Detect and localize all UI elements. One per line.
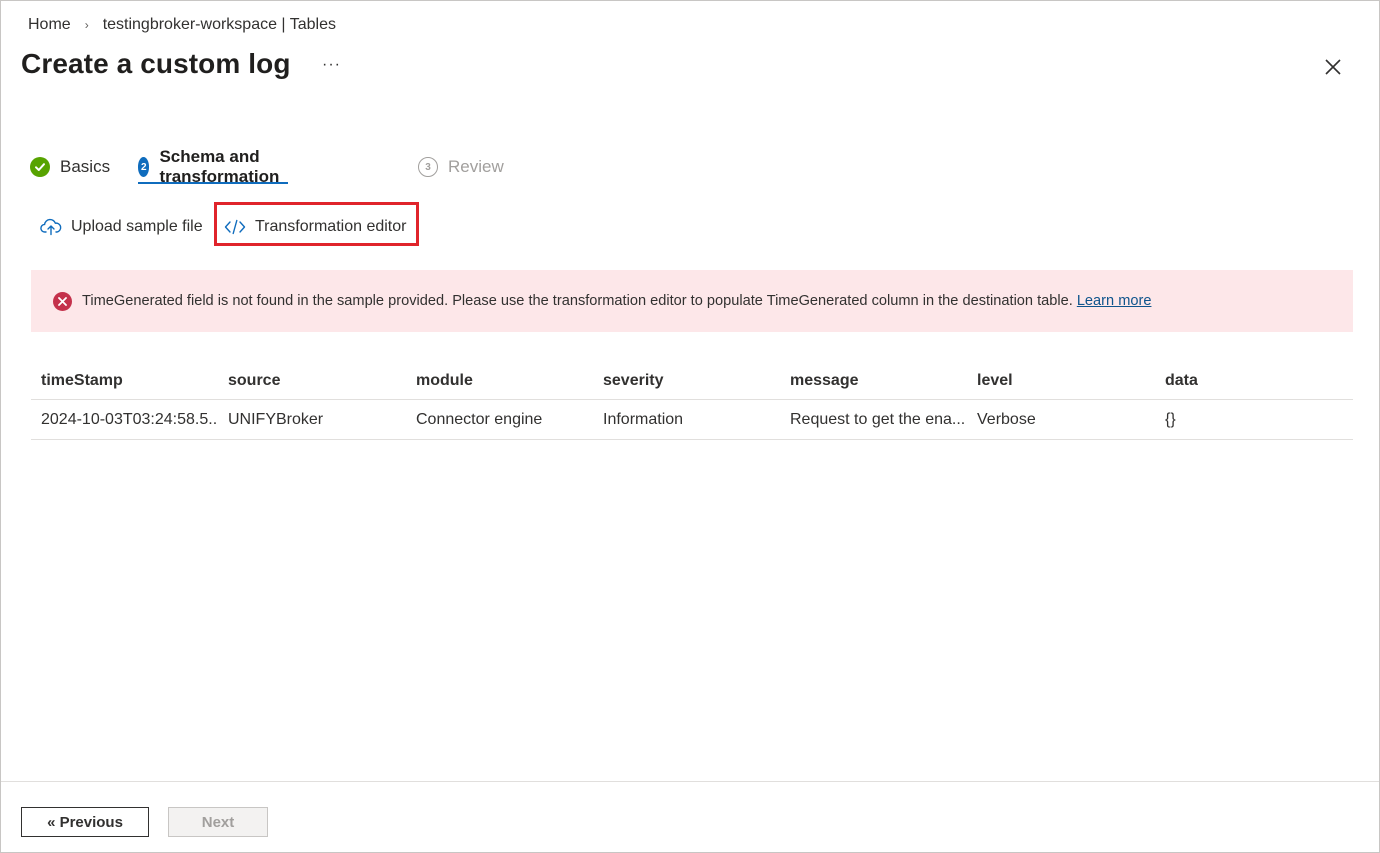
previous-button[interactable]: « Previous (21, 807, 149, 837)
column-header[interactable]: message (780, 362, 967, 399)
cloud-upload-icon (40, 218, 62, 236)
column-header[interactable]: severity (593, 362, 780, 399)
active-step-underline (138, 182, 288, 184)
table-cell: Information (603, 410, 684, 428)
page-title: Create a custom log (21, 48, 291, 79)
step-schema-and-transformation[interactable]: 2 Schema and transformation (138, 147, 288, 186)
table-row[interactable]: 2024-10-03T03:24:58.5... UNIFYBroker Con… (31, 400, 1353, 440)
checkmark-circle-icon (30, 157, 50, 177)
step-basics-label: Basics (60, 157, 111, 176)
footer-divider (1, 781, 1379, 782)
step-basics[interactable]: Basics (30, 152, 110, 182)
error-message-text: TimeGenerated field is not found in the … (82, 293, 1073, 309)
breadcrumb-separator: › (84, 18, 89, 32)
column-header[interactable]: data (1155, 362, 1353, 399)
close-button[interactable] (1322, 56, 1344, 78)
column-header[interactable]: source (218, 362, 406, 399)
breadcrumb-workspace[interactable]: testingbroker-workspace | Tables (103, 16, 336, 34)
schema-table: timeStamp source module severity message… (31, 362, 1353, 440)
more-options-button[interactable]: ··· (322, 56, 341, 74)
error-circle-icon (53, 291, 72, 311)
table-cell: Request to get the ena... (790, 410, 966, 428)
close-icon (1325, 59, 1341, 75)
table-cell: Connector engine (416, 410, 543, 428)
column-header[interactable]: level (967, 362, 1155, 399)
next-button[interactable]: Next (168, 807, 268, 837)
table-cell: 2024-10-03T03:24:58.5... (41, 410, 218, 428)
error-message-bar: TimeGenerated field is not found in the … (31, 270, 1353, 332)
upload-label: Upload sample file (71, 218, 203, 235)
step-number-badge: 3 (418, 157, 438, 177)
breadcrumb: Home › testingbroker-workspace | Tables (28, 16, 336, 34)
upload-sample-file-button[interactable]: Upload sample file (40, 212, 203, 242)
step-number-badge: 2 (138, 157, 150, 177)
breadcrumb-home[interactable]: Home (28, 16, 71, 34)
column-header[interactable]: module (406, 362, 593, 399)
highlight-box (214, 202, 419, 246)
table-cell: Verbose (977, 410, 1036, 428)
learn-more-link[interactable]: Learn more (1077, 293, 1152, 309)
table-header-row: timeStamp source module severity message… (31, 362, 1353, 400)
step-review[interactable]: 3 Review (418, 152, 504, 182)
table-cell: UNIFYBroker (228, 410, 324, 428)
step-review-label: Review (448, 157, 504, 176)
table-cell: {} (1165, 410, 1176, 428)
step-schema-label: Schema and transformation (159, 147, 280, 186)
column-header[interactable]: timeStamp (31, 362, 218, 399)
